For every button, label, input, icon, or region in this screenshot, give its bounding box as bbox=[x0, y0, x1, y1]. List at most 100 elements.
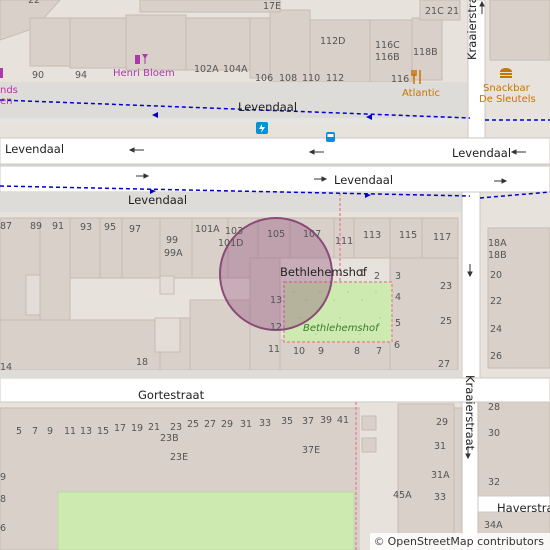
svg-text:12: 12 bbox=[270, 322, 282, 333]
svg-text:91: 91 bbox=[52, 221, 64, 232]
street-label: Bethlehemshof bbox=[280, 265, 368, 279]
svg-text:2: 2 bbox=[374, 271, 380, 282]
fast-food-icon[interactable] bbox=[500, 68, 512, 78]
map-attribution[interactable]: © OpenStreetMap contributors bbox=[369, 533, 550, 550]
poi-label[interactable]: nds bbox=[0, 85, 18, 96]
svg-text:1: 1 bbox=[359, 268, 365, 279]
poi-label[interactable]: De Sleutels bbox=[479, 94, 536, 105]
svg-text:101A: 101A bbox=[195, 224, 220, 235]
left-poi-icon bbox=[0, 68, 3, 78]
svg-text:117: 117 bbox=[433, 232, 451, 243]
svg-text:37: 37 bbox=[302, 416, 314, 427]
svg-text:11: 11 bbox=[268, 344, 280, 355]
svg-text:41: 41 bbox=[337, 415, 349, 426]
svg-text:45A: 45A bbox=[393, 490, 412, 501]
street-label: Levendaal bbox=[238, 100, 297, 114]
svg-text:5: 5 bbox=[16, 426, 22, 437]
svg-text:31A: 31A bbox=[431, 470, 450, 481]
bottom-park bbox=[57, 491, 355, 550]
svg-text:87: 87 bbox=[0, 221, 12, 232]
svg-text:110: 110 bbox=[302, 73, 320, 84]
svg-text:7: 7 bbox=[32, 426, 38, 437]
svg-text:4: 4 bbox=[395, 292, 401, 303]
poi-label[interactable]: en bbox=[0, 96, 13, 107]
svg-text:24: 24 bbox=[490, 324, 502, 335]
svg-text:27: 27 bbox=[438, 359, 450, 370]
poi-label[interactable]: Henri Bloem bbox=[113, 68, 175, 79]
svg-text:10: 10 bbox=[293, 346, 305, 357]
svg-text:21: 21 bbox=[148, 422, 160, 433]
svg-text:113: 113 bbox=[363, 230, 381, 241]
svg-text:33: 33 bbox=[434, 492, 446, 503]
svg-text:29: 29 bbox=[436, 417, 448, 428]
svg-text:9: 9 bbox=[318, 346, 324, 357]
svg-text:9: 9 bbox=[47, 426, 53, 437]
svg-text:118B: 118B bbox=[413, 47, 438, 58]
svg-text:19: 19 bbox=[131, 423, 143, 434]
poi-label[interactable]: Atlantic bbox=[402, 88, 440, 99]
svg-text:8: 8 bbox=[354, 346, 360, 357]
svg-text:23: 23 bbox=[440, 281, 452, 292]
svg-text:105: 105 bbox=[267, 229, 285, 240]
street-label: Haverstraat bbox=[497, 501, 550, 515]
street-label: Levendaal bbox=[452, 146, 511, 160]
svg-text:13: 13 bbox=[270, 295, 282, 306]
svg-text:23B: 23B bbox=[160, 433, 179, 444]
svg-text:116C: 116C bbox=[375, 40, 400, 51]
svg-text:9: 9 bbox=[0, 472, 6, 483]
svg-text:18: 18 bbox=[136, 357, 148, 368]
svg-text:115: 115 bbox=[399, 230, 417, 241]
svg-text:102A: 102A bbox=[194, 64, 219, 75]
charging-station-icon[interactable] bbox=[256, 122, 268, 134]
street-label: Kraaierstraat bbox=[463, 375, 477, 451]
svg-text:5: 5 bbox=[395, 318, 401, 329]
svg-text:8: 8 bbox=[0, 494, 6, 505]
svg-text:18A: 18A bbox=[488, 238, 507, 249]
svg-text:6: 6 bbox=[0, 523, 6, 534]
svg-text:90: 90 bbox=[32, 70, 44, 81]
svg-text:112: 112 bbox=[326, 73, 344, 84]
svg-text:21C: 21C bbox=[425, 6, 444, 17]
svg-text:116B: 116B bbox=[375, 52, 400, 63]
svg-text:37E: 37E bbox=[302, 445, 320, 456]
street-label: Levendaal bbox=[128, 193, 187, 207]
attribution-link[interactable]: OpenStreetMap contributors bbox=[388, 535, 544, 548]
poi-label[interactable]: Snackbar bbox=[483, 83, 531, 94]
street-label: Levendaal bbox=[5, 142, 64, 156]
svg-text:27: 27 bbox=[204, 419, 216, 430]
svg-text:99A: 99A bbox=[164, 248, 183, 259]
svg-text:22: 22 bbox=[490, 296, 502, 307]
svg-text:106: 106 bbox=[255, 73, 273, 84]
svg-text:31: 31 bbox=[434, 441, 446, 452]
svg-text:18B: 18B bbox=[488, 250, 507, 261]
map-canvas[interactable]: Levendaal Levendaal Levendaal Levendaal … bbox=[0, 0, 550, 550]
svg-text:103: 103 bbox=[225, 226, 243, 237]
svg-text:7: 7 bbox=[376, 346, 382, 357]
svg-text:35: 35 bbox=[281, 416, 293, 427]
svg-text:13: 13 bbox=[80, 426, 92, 437]
svg-text:28: 28 bbox=[488, 402, 500, 413]
svg-text:22: 22 bbox=[28, 0, 40, 6]
map-svg[interactable]: Levendaal Levendaal Levendaal Levendaal … bbox=[0, 0, 550, 550]
copyright-symbol: © bbox=[373, 535, 385, 548]
svg-text:94: 94 bbox=[75, 70, 87, 81]
svg-text:97: 97 bbox=[129, 224, 141, 235]
svg-text:25: 25 bbox=[440, 316, 452, 327]
svg-text:112D: 112D bbox=[320, 36, 345, 47]
svg-text:34A: 34A bbox=[484, 520, 503, 531]
svg-text:20: 20 bbox=[490, 270, 502, 281]
svg-text:99: 99 bbox=[166, 235, 178, 246]
bus-stop-icon[interactable] bbox=[326, 132, 335, 142]
svg-text:26: 26 bbox=[490, 351, 502, 362]
svg-text:111: 111 bbox=[335, 236, 353, 247]
svg-text:108: 108 bbox=[279, 73, 297, 84]
street-label: Levendaal bbox=[334, 173, 393, 187]
svg-text:3: 3 bbox=[395, 271, 401, 282]
svg-text:11: 11 bbox=[64, 426, 76, 437]
svg-text:107: 107 bbox=[303, 229, 321, 240]
street-label: Kraaierstraat bbox=[465, 0, 479, 60]
svg-text:101D: 101D bbox=[218, 238, 243, 249]
svg-text:14: 14 bbox=[0, 362, 12, 373]
svg-text:23E: 23E bbox=[170, 452, 188, 463]
svg-text:21: 21 bbox=[447, 6, 459, 17]
